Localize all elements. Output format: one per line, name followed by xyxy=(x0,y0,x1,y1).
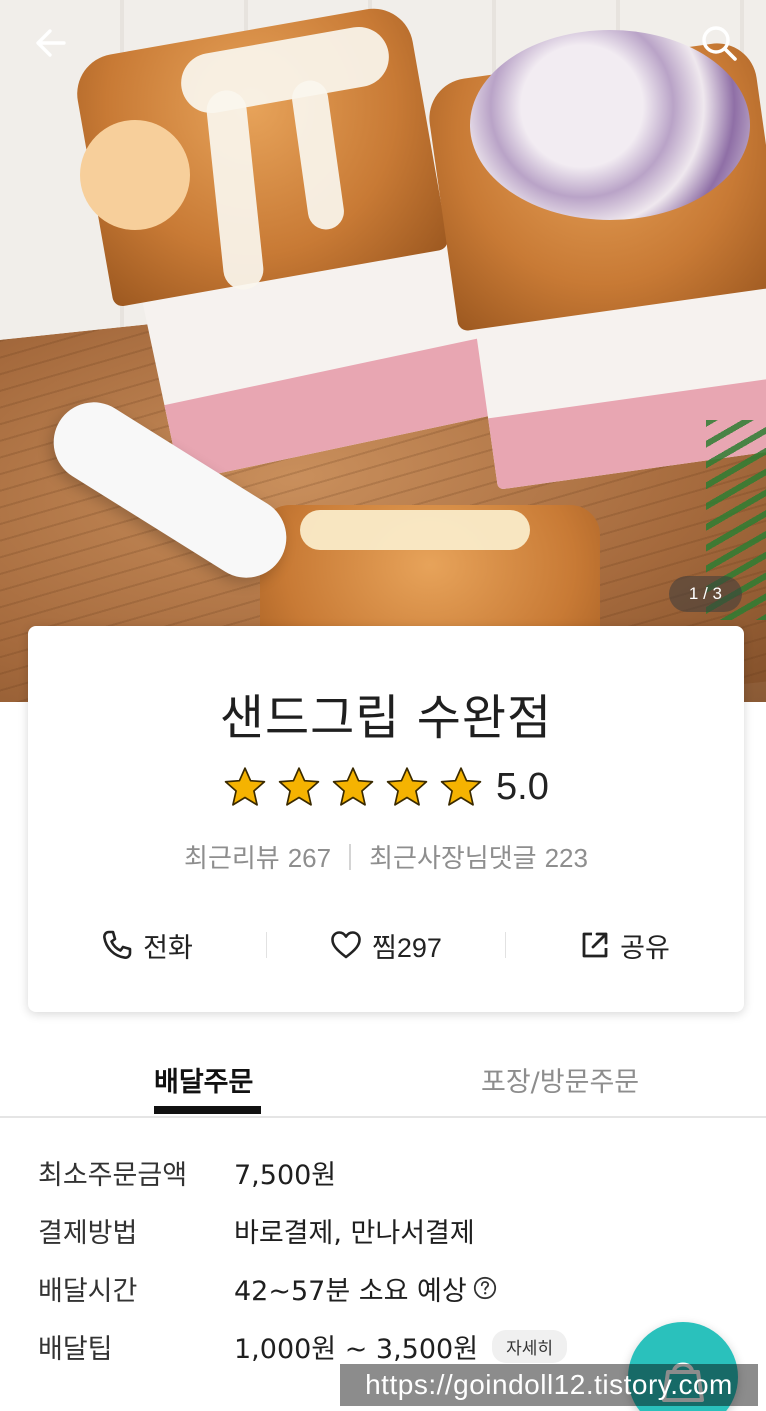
owner-replies-count: 223 xyxy=(544,843,588,873)
call-button[interactable]: 전화 xyxy=(28,926,266,965)
payment-row: 결제방법 바로결제, 만나서결제 xyxy=(38,1208,475,1252)
shrimp xyxy=(80,120,190,230)
delivery-time-label: 배달시간 xyxy=(38,1275,138,1307)
search-button[interactable] xyxy=(694,18,744,68)
rating-value: 5.0 xyxy=(496,766,549,808)
delivery-time-row: 배달시간 42~57분 소요 예상 xyxy=(38,1266,497,1310)
like-label: 찜 xyxy=(372,932,397,964)
like-button[interactable]: 찜297 xyxy=(267,926,505,965)
arrow-left-icon xyxy=(36,29,66,57)
min-order-value: 7,500원 xyxy=(234,1159,337,1191)
phone-icon xyxy=(103,930,132,959)
search-icon xyxy=(702,26,737,61)
delivery-tip-detail-button[interactable]: 자세히 xyxy=(492,1329,567,1363)
payment-value: 바로결제, 만나서결제 xyxy=(234,1217,475,1249)
recent-reviews-count: 267 xyxy=(287,843,332,873)
like-count: 297 xyxy=(396,932,442,963)
question-circle-icon[interactable] xyxy=(473,1276,497,1300)
tab-pickup[interactable]: 포장/방문주문 xyxy=(481,1060,639,1099)
store-name: 샌드그립 수완점 xyxy=(219,690,553,746)
star-icon xyxy=(440,767,482,806)
store-info-card: 샌드그립 수완점 5.0 최근리뷰 267 최근사장님댓글 223 전화 찜297 xyxy=(28,626,744,1012)
call-label: 전화 xyxy=(143,932,193,964)
share-label: 공유 xyxy=(620,932,670,964)
tab-delivery[interactable]: 배달주문 xyxy=(154,1060,253,1099)
review-summary: 최근리뷰 267 최근사장님댓글 223 xyxy=(28,838,744,875)
delivery-tip-label: 배달팁 xyxy=(38,1333,113,1365)
rating-stars xyxy=(224,766,482,808)
recent-reviews-link[interactable]: 최근리뷰 267 xyxy=(184,838,331,875)
payment-label: 결제방법 xyxy=(38,1217,138,1249)
review-divider xyxy=(349,843,352,870)
owner-replies-link[interactable]: 최근사장님댓글 223 xyxy=(369,838,588,875)
bottom-sauce xyxy=(300,510,530,550)
min-order-label: 최소주문금액 xyxy=(38,1159,188,1191)
share-button[interactable]: 공유 xyxy=(506,926,744,965)
store-hero-image[interactable] xyxy=(0,0,766,702)
action-row: 전화 찜297 공유 xyxy=(28,920,744,970)
owner-replies-label: 최근사장님댓글 xyxy=(369,844,537,874)
delivery-tip-row: 배달팁 1,000원 ~ 3,500원 자세히 xyxy=(38,1324,567,1368)
star-icon xyxy=(386,767,428,806)
star-icon xyxy=(278,767,320,806)
delivery-time-value: 42~57분 소요 예상 xyxy=(234,1275,467,1307)
min-order-row: 최소주문금액 7,500원 xyxy=(38,1150,336,1194)
order-type-tabs: 배달주문 포장/방문주문 xyxy=(0,1046,766,1118)
recent-reviews-label: 최근리뷰 xyxy=(184,844,280,874)
back-button[interactable] xyxy=(26,18,76,68)
delivery-tip-value: 1,000원 ~ 3,500원 xyxy=(234,1333,479,1365)
like-label-group: 찜297 xyxy=(372,926,442,965)
blog-watermark: https://goindoll12.tistory.com xyxy=(340,1364,758,1406)
active-tab-indicator xyxy=(154,1106,261,1114)
heart-icon xyxy=(331,931,361,959)
share-icon xyxy=(582,932,608,958)
image-page-indicator: 1 / 3 xyxy=(668,576,742,612)
star-icon xyxy=(224,767,266,806)
star-icon xyxy=(332,767,374,806)
